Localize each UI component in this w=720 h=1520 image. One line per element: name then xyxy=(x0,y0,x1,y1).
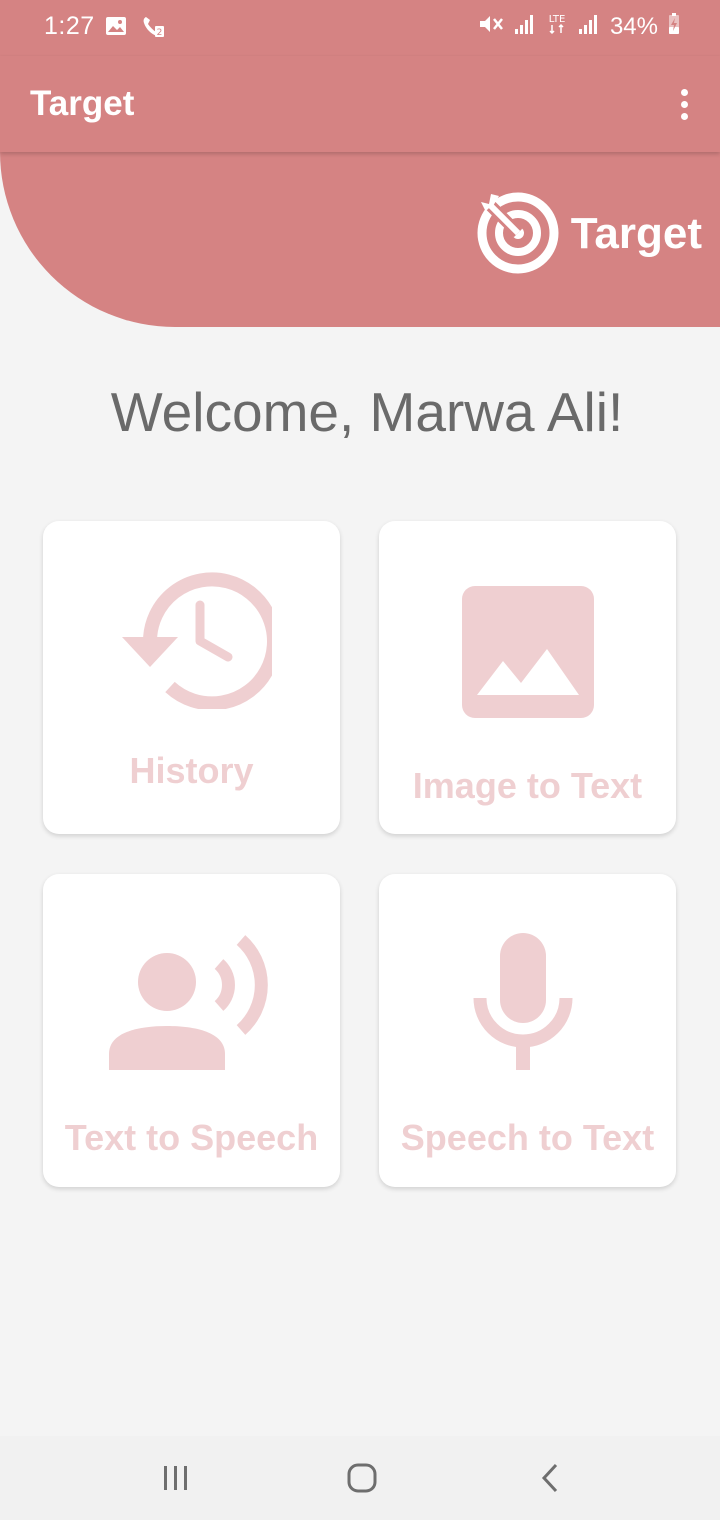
speech-to-text-tile[interactable]: Speech to Text xyxy=(379,874,676,1187)
image-to-text-tile[interactable]: Image to Text xyxy=(379,521,676,834)
tile-label-history: History xyxy=(129,750,254,791)
signal-icon xyxy=(514,12,536,41)
battery-icon xyxy=(668,12,680,41)
app-bar: Target xyxy=(0,56,720,152)
history-tile[interactable]: History xyxy=(43,521,340,834)
text-to-speech-tile[interactable]: Text to Speech xyxy=(43,874,340,1187)
mute-icon xyxy=(478,12,504,41)
history-icon xyxy=(43,569,340,709)
status-right: LTE 34% xyxy=(478,12,680,41)
call-icon: 2 xyxy=(140,14,166,45)
more-vert-icon[interactable] xyxy=(670,80,698,128)
lte-icon: LTE xyxy=(546,12,568,41)
home-icon[interactable] xyxy=(332,1454,392,1502)
gallery-icon xyxy=(104,14,128,45)
app-title: Target xyxy=(30,84,135,123)
signal-icon xyxy=(578,12,600,41)
welcome-text: Welcome, Marwa Ali! xyxy=(110,381,624,443)
status-left-icons: 2 xyxy=(104,14,166,45)
status-time: 1:27 xyxy=(44,12,95,40)
battery-percent: 34% xyxy=(609,12,658,40)
recents-icon[interactable] xyxy=(146,1454,206,1502)
tile-label-image-to-text: Image to Text xyxy=(412,765,643,806)
back-icon[interactable] xyxy=(520,1454,580,1502)
header-banner: Target xyxy=(0,152,720,327)
brand-logo: Target xyxy=(473,186,702,281)
nav-bar xyxy=(0,1436,720,1520)
speaker-icon xyxy=(43,930,340,1075)
tile-label-text-to-speech: Text to Speech xyxy=(64,1117,319,1158)
overflow-dot xyxy=(680,100,688,108)
microphone-icon xyxy=(379,928,676,1076)
brand-logo-text: Target xyxy=(570,208,702,258)
overflow-dot xyxy=(680,112,688,120)
svg-text:2: 2 xyxy=(157,28,163,38)
overflow-dot xyxy=(680,88,688,96)
svg-text:LTE: LTE xyxy=(549,14,566,25)
target-icon xyxy=(473,186,563,281)
image-icon xyxy=(379,585,676,719)
tile-label-speech-to-text: Speech to Text xyxy=(400,1117,655,1158)
status-bar: 1:27 2 LTE 34% xyxy=(0,0,720,56)
